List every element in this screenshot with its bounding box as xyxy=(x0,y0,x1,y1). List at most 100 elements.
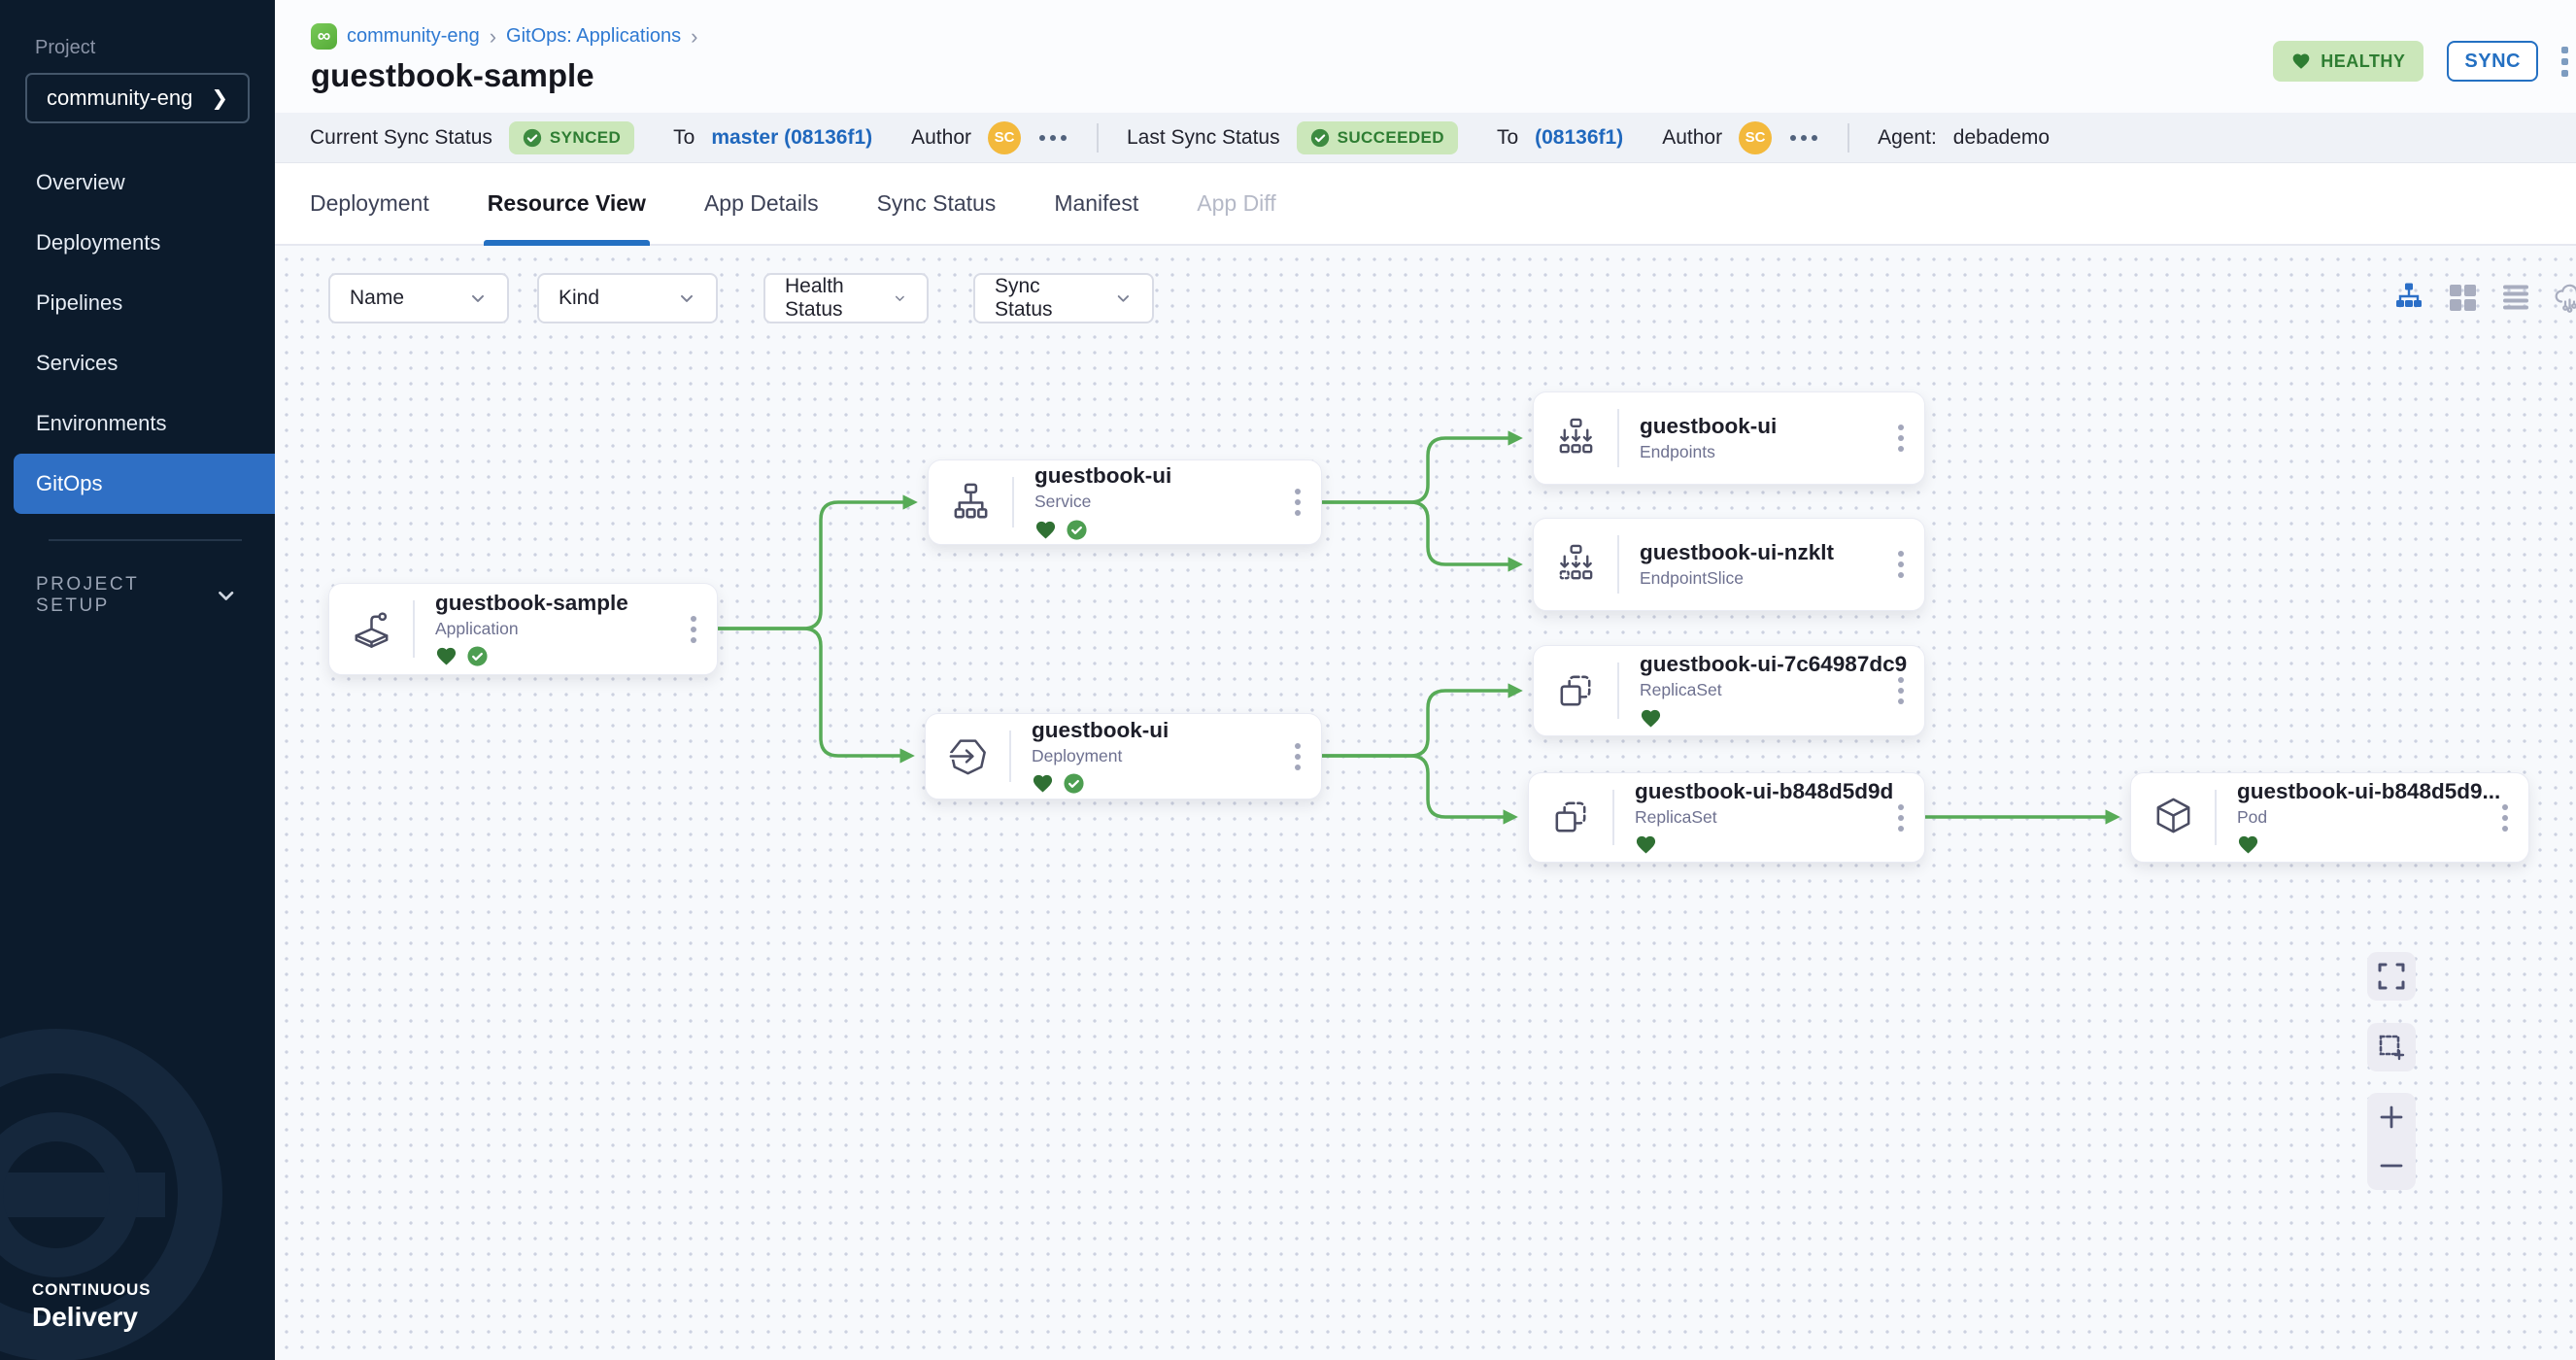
node-status-icons xyxy=(1640,706,1907,730)
sidebar-item-pipelines[interactable]: Pipelines xyxy=(0,273,275,333)
node-title: guestbook-ui-7c64987dc9 xyxy=(1640,652,1907,677)
cloud-view-icon[interactable] xyxy=(2553,281,2576,314)
sidebar: Project community-eng ❯ Overview Deploym… xyxy=(0,0,275,1360)
deployment-icon xyxy=(926,733,1009,779)
tree-view-icon[interactable] xyxy=(2392,281,2425,314)
app-tabs: Deployment Resource View App Details Syn… xyxy=(275,163,2576,246)
tab-app-details[interactable]: App Details xyxy=(704,163,819,244)
node-title: guestbook-ui xyxy=(1032,718,1169,743)
node-title: guestbook-sample xyxy=(435,591,628,616)
node-pod-guestbook-ui-b848d5d9[interactable]: guestbook-ui-b848d5d9... Pod xyxy=(2130,772,2529,863)
breadcrumb-link-applications[interactable]: GitOps: Applications xyxy=(506,25,681,48)
node-endpoints-guestbook-ui[interactable]: guestbook-ui Endpoints xyxy=(1533,391,1925,485)
divider xyxy=(1847,123,1849,153)
node-replicaset-guestbook-ui-7c64987dc9[interactable]: guestbook-ui-7c64987dc9 ReplicaSet xyxy=(1533,645,1925,736)
healthy-heart-icon xyxy=(1640,707,1662,730)
sidebar-item-environments[interactable]: Environments xyxy=(0,393,275,454)
fullscreen-icon xyxy=(2375,960,2408,993)
grid-view-icon[interactable] xyxy=(2446,281,2479,314)
brand-delivery-label: Delivery xyxy=(32,1302,151,1333)
node-status-icons xyxy=(2237,833,2500,857)
breadcrumb-separator: › xyxy=(490,24,496,50)
node-kind: Endpoints xyxy=(1640,442,1777,462)
filter-bar: Name Kind Health Status Sync Status xyxy=(328,273,1154,323)
node-kind: Pod xyxy=(2237,807,2500,828)
endpoints-icon xyxy=(1534,416,1617,461)
node-menu-button[interactable] xyxy=(1894,673,1908,708)
healthy-heart-icon xyxy=(1635,833,1657,856)
healthy-heart-icon xyxy=(1034,519,1057,541)
agent-label: Agent: xyxy=(1878,126,1937,150)
filter-sync-status[interactable]: Sync Status xyxy=(973,273,1154,323)
commit-details-kebab[interactable] xyxy=(1788,129,1819,147)
header-kebab-menu[interactable] xyxy=(2561,47,2568,77)
filter-name[interactable]: Name xyxy=(328,273,509,323)
divider xyxy=(1097,123,1099,153)
list-view-icon[interactable] xyxy=(2499,281,2532,314)
current-revision-link[interactable]: master (08136f1) xyxy=(711,126,872,150)
node-status-icons xyxy=(435,645,628,668)
zoom-out-button[interactable] xyxy=(2375,1149,2408,1182)
sidebar-item-deployments[interactable]: Deployments xyxy=(0,213,275,273)
succeeded-badge: SUCCEEDED xyxy=(1297,121,1458,154)
breadcrumb-link-project[interactable]: community-eng xyxy=(347,25,480,48)
node-menu-button[interactable] xyxy=(1894,421,1908,456)
synced-check-icon xyxy=(1063,772,1085,795)
node-replicaset-guestbook-ui-b848d5d9d[interactable]: guestbook-ui-b848d5d9d ReplicaSet xyxy=(1528,772,1925,863)
to-label: To xyxy=(1497,126,1518,150)
resource-tree-canvas[interactable]: Name Kind Health Status Sync Status xyxy=(275,246,2576,1360)
node-application-guestbook-sample[interactable]: guestbook-sample Application xyxy=(328,583,718,675)
sync-button[interactable]: SYNC xyxy=(2447,41,2538,82)
breadcrumb-separator: › xyxy=(691,24,697,50)
marquee-select-button[interactable] xyxy=(2367,1023,2416,1071)
chevron-down-icon xyxy=(677,289,696,308)
breadcrumb: ∞ community-eng › GitOps: Applications › xyxy=(311,23,2576,50)
node-status-icons xyxy=(1034,518,1171,541)
author-avatar: SC xyxy=(1739,121,1772,154)
node-menu-button[interactable] xyxy=(687,612,700,647)
node-kind: EndpointSlice xyxy=(1640,568,1834,589)
node-service-guestbook-ui[interactable]: guestbook-ui Service xyxy=(928,459,1322,545)
sidebar-item-overview[interactable]: Overview xyxy=(0,153,275,213)
node-menu-button[interactable] xyxy=(1894,800,1908,835)
zoom-in-button[interactable] xyxy=(2375,1101,2408,1134)
brand-continuous-label: CONTINUOUS xyxy=(32,1280,151,1300)
node-menu-button[interactable] xyxy=(1291,739,1305,774)
fullscreen-button[interactable] xyxy=(2367,952,2416,1001)
service-icon xyxy=(929,480,1012,526)
agent-value: debademo xyxy=(1953,126,2050,150)
tab-manifest[interactable]: Manifest xyxy=(1054,163,1138,244)
node-title: guestbook-ui-nzklt xyxy=(1640,540,1834,565)
author-avatar: SC xyxy=(988,121,1021,154)
project-setup-toggle[interactable]: PROJECT SETUP xyxy=(36,574,236,617)
project-selector[interactable]: community-eng ❯ xyxy=(25,73,250,123)
commit-details-kebab[interactable] xyxy=(1037,129,1068,147)
node-status-icons xyxy=(1032,772,1169,796)
chevron-down-icon xyxy=(1114,289,1133,308)
node-kind: Deployment xyxy=(1032,746,1169,766)
node-deployment-guestbook-ui[interactable]: guestbook-ui Deployment xyxy=(925,713,1322,799)
sidebar-item-gitops[interactable]: GitOps xyxy=(14,454,275,514)
node-menu-button[interactable] xyxy=(1291,485,1305,520)
node-status-icons xyxy=(1635,833,1893,857)
chevron-down-icon xyxy=(216,585,236,606)
tab-resource-view[interactable]: Resource View xyxy=(488,163,646,244)
replicaset-icon xyxy=(1529,795,1612,840)
last-revision-link[interactable]: (08136f1) xyxy=(1535,126,1623,150)
filter-health-status[interactable]: Health Status xyxy=(763,273,929,323)
tab-sync-status[interactable]: Sync Status xyxy=(877,163,997,244)
chevron-down-icon xyxy=(468,289,488,308)
node-menu-button[interactable] xyxy=(2498,800,2512,835)
replicaset-icon xyxy=(1534,668,1617,714)
application-icon xyxy=(329,606,413,652)
node-title: guestbook-ui-b848d5d9d xyxy=(1635,779,1893,804)
heart-icon xyxy=(2291,51,2311,71)
tab-deployment[interactable]: Deployment xyxy=(310,163,429,244)
healthy-heart-icon xyxy=(435,645,458,667)
node-menu-button[interactable] xyxy=(1894,547,1908,582)
chevron-down-icon xyxy=(893,289,907,308)
sidebar-item-services[interactable]: Services xyxy=(0,333,275,393)
node-endpointslice-guestbook-ui-nzklt[interactable]: guestbook-ui-nzklt EndpointSlice xyxy=(1533,518,1925,611)
filter-kind[interactable]: Kind xyxy=(537,273,718,323)
marquee-select-icon xyxy=(2375,1031,2408,1064)
